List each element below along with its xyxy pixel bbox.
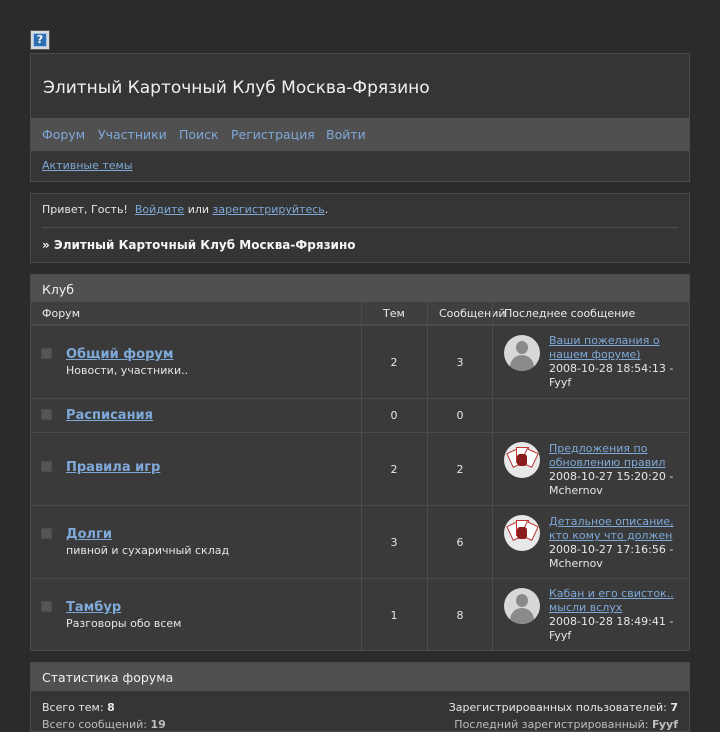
- post-count: 8: [456, 609, 464, 622]
- total-topics-value: 8: [107, 701, 115, 714]
- forum-row: Расписания 0 0: [31, 398, 689, 433]
- breadcrumb: » Элитный Карточный Клуб Москва-Фрязино: [42, 238, 356, 252]
- forum-status-icon: [41, 409, 52, 420]
- last-post-user: Mchernov: [549, 557, 603, 570]
- last-post-date: 2008-10-27 17:16:56 -: [549, 543, 674, 556]
- greeting-text: Привет, Гость!: [42, 203, 128, 216]
- last-post-user: Mchernov: [549, 484, 603, 497]
- forum-link[interactable]: Долги: [66, 527, 112, 542]
- post-count: 0: [456, 409, 464, 422]
- category-title-bar: Клуб: [31, 275, 689, 302]
- playing-cards-avatar-icon: [504, 515, 540, 551]
- forum-link[interactable]: Правила игр: [66, 460, 160, 475]
- last-post-date: 2008-10-27 15:20:20 -: [549, 470, 674, 483]
- column-headers: Форум Тем Сообщений Последнее сообщение: [31, 302, 689, 325]
- login-link[interactable]: Войдите: [135, 203, 184, 216]
- last-post-link[interactable]: Предложения по обновлению правил: [549, 442, 681, 470]
- help-icon[interactable]: ?: [30, 30, 50, 50]
- topic-count: 3: [390, 536, 398, 549]
- nav-register[interactable]: Регистрация: [231, 127, 315, 142]
- total-topics: Всего тем: 8: [42, 701, 115, 714]
- stats-title-bar: Статистика форума: [31, 663, 689, 691]
- last-post-link[interactable]: Детальное описание, кто кому что должен: [549, 515, 681, 543]
- forum-row: Долги пивной и сухаричный склад 3 6 Дета…: [31, 505, 689, 579]
- playing-cards-avatar-icon: [504, 442, 540, 478]
- forum-status-icon: [41, 348, 52, 359]
- forum-stats: Статистика форума Всего тем: 8 Зарегистр…: [30, 662, 690, 732]
- last-post-date: 2008-10-28 18:49:41 -: [549, 615, 674, 628]
- forum-description: Разговоры обо всем: [66, 617, 182, 630]
- post-count: 3: [456, 356, 464, 369]
- post-count: 2: [456, 463, 464, 476]
- forum-link[interactable]: Расписания: [66, 408, 153, 423]
- forum-link[interactable]: Тамбур: [66, 600, 121, 615]
- col-last-post: Последнее сообщение: [504, 307, 636, 320]
- generic-avatar-icon: [504, 335, 540, 371]
- forum-row: Общий форум Новости, участники.. 2 3 Ваш…: [31, 325, 689, 399]
- forum-status-icon: [41, 601, 52, 612]
- forum-status-icon: [41, 528, 52, 539]
- stats-title: Статистика форума: [42, 670, 174, 685]
- forum-row: Тамбур Разговоры обо всем 1 8 Кабан и ег…: [31, 578, 689, 651]
- col-forum: Форум: [42, 307, 80, 320]
- topic-count: 1: [390, 609, 398, 622]
- main-nav: Форум Участники Поиск Регистрация Войти: [31, 118, 689, 151]
- forum-link[interactable]: Общий форум: [66, 347, 173, 362]
- col-posts: Сообщений: [439, 307, 506, 320]
- topic-count: 0: [390, 409, 398, 422]
- last-post-user: Fyyf: [549, 376, 572, 389]
- post-count: 6: [456, 536, 464, 549]
- last-post-date: 2008-10-28 18:54:13 -: [549, 362, 674, 375]
- category-title: Клуб: [42, 282, 74, 297]
- divider: [42, 227, 678, 228]
- forum-title: Элитный Карточный Клуб Москва-Фрязино: [43, 78, 430, 98]
- topic-count: 2: [390, 463, 398, 476]
- help-glyph: ?: [33, 33, 47, 47]
- nav-members[interactable]: Участники: [98, 127, 167, 142]
- topic-count: 2: [390, 356, 398, 369]
- nav-forum[interactable]: Форум: [42, 127, 85, 142]
- nav-search[interactable]: Поиск: [179, 127, 219, 142]
- last-post-user: Fyyf: [549, 629, 572, 642]
- forum-description: пивной и сухаричный склад: [66, 544, 230, 557]
- forum-status-icon: [41, 461, 52, 472]
- last-post-link[interactable]: Кабан и его свисток.. мысли вслух: [549, 587, 681, 615]
- forum-row: Правила игр 2 2 Предложения по обновлени…: [31, 432, 689, 506]
- greeting-line: Привет, Гость! Войдите или зарегистрируй…: [42, 203, 328, 216]
- registered-label: Зарегистрированных пользователей:: [448, 701, 667, 714]
- welcome-panel: Привет, Гость! Войдите или зарегистрируй…: [30, 193, 690, 263]
- registered-value: 7: [670, 701, 678, 714]
- greeting-dot: .: [324, 203, 329, 216]
- nav-login[interactable]: Войти: [326, 127, 366, 142]
- total-topics-label: Всего тем:: [42, 701, 104, 714]
- or-text: или: [187, 203, 210, 216]
- registered-users: Зарегистрированных пользователей: 7: [449, 701, 678, 714]
- col-topics: Тем: [383, 307, 405, 320]
- generic-avatar-icon: [504, 588, 540, 624]
- forum-header: Элитный Карточный Клуб Москва-Фрязино Фо…: [30, 53, 690, 182]
- register-link[interactable]: зарегистрируйтесь: [213, 203, 325, 216]
- last-post-link[interactable]: Ваши пожелания о нашем форуме): [549, 334, 681, 362]
- active-topics-link[interactable]: Активные темы: [42, 159, 133, 172]
- category-club: Клуб Форум Тем Сообщений Последнее сообщ…: [30, 274, 690, 651]
- forum-description: Новости, участники..: [66, 364, 189, 377]
